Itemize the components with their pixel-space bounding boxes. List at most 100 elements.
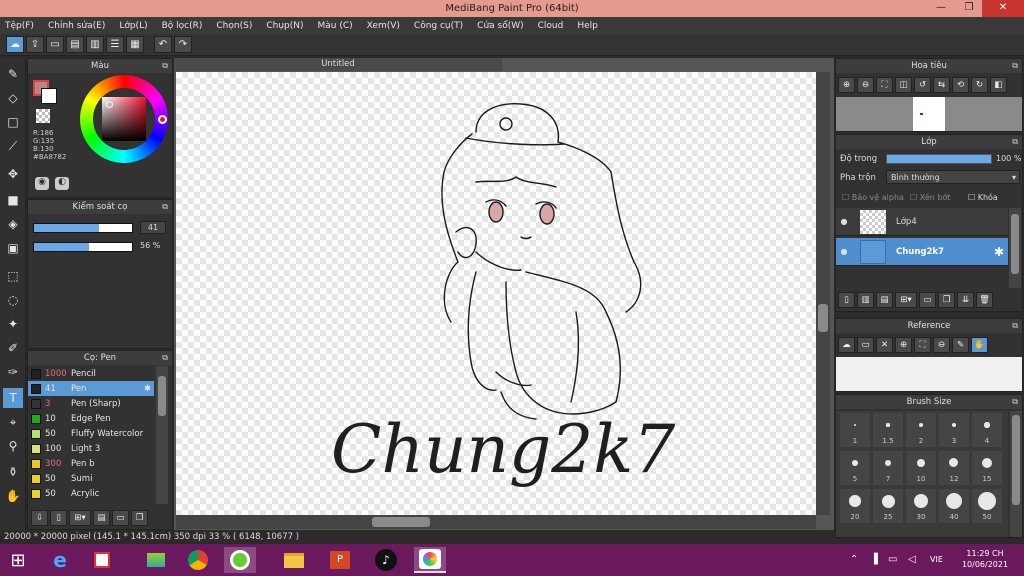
color-picker-handle[interactable] [106, 101, 113, 108]
select-eraser-icon[interactable]: ✑ [3, 362, 23, 382]
actual-size-icon[interactable]: ◫ [895, 77, 912, 93]
rotate-right-icon[interactable]: ↻ [971, 77, 988, 93]
minimize-button[interactable]: — [928, 0, 954, 17]
reference-close-icon[interactable]: ✕ [876, 337, 893, 353]
menu-edit[interactable]: Chỉnh sửa(E) [48, 21, 105, 31]
reference-open-icon[interactable]: ▭ [857, 337, 874, 353]
layer-row-selected[interactable]: ● Chung2k7 ✱ [836, 238, 1008, 266]
popout-icon[interactable]: ⧉ [1012, 135, 1018, 149]
brush-size-option[interactable]: 3 [939, 413, 969, 447]
brush-size-option[interactable]: 1 [840, 413, 870, 447]
hue-handle[interactable] [158, 115, 167, 124]
blend-mode-select[interactable]: Bình thường ▾ [886, 170, 1020, 184]
brush-size-option[interactable]: 40 [939, 489, 969, 523]
grid-icon[interactable]: ▦ [126, 36, 144, 53]
powerpoint-icon[interactable]: P [324, 547, 356, 573]
windows-start-icon[interactable]: ⊞ [2, 547, 34, 573]
solitaire-icon[interactable] [86, 547, 118, 573]
tray-chevron-icon[interactable]: ⌃ [850, 554, 858, 565]
document-tab[interactable]: Untitled [174, 58, 502, 71]
brush-tool-icon[interactable]: ✎ [3, 64, 23, 84]
menu-tools[interactable]: Công cụ(T) [414, 21, 463, 31]
color-swap-icon[interactable]: ◐ [55, 177, 69, 190]
brush-doc-icon[interactable]: ▤ [93, 510, 110, 526]
layer-folder-icon[interactable]: ▭ [919, 292, 936, 308]
new-layer-icon[interactable]: ▯ [838, 292, 855, 308]
duplicate-icon[interactable]: ❐ [131, 510, 148, 526]
cloud-brush-icon[interactable]: ⇩ [31, 510, 48, 526]
dropper-tool-icon[interactable]: ⚲ [3, 436, 23, 456]
popout-icon[interactable]: ⧉ [162, 351, 168, 365]
rotate-left-icon[interactable]: ↺ [914, 77, 931, 93]
input-language[interactable]: VIE [930, 555, 943, 564]
brush-item[interactable]: 3 Pen (Sharp) [28, 396, 154, 411]
brush-size-option[interactable]: 12 [939, 451, 969, 485]
brush-opacity-slider[interactable] [33, 242, 133, 252]
protect-alpha-checkbox[interactable]: ☐ Bảo vệ alpha [842, 193, 904, 202]
brush-item[interactable]: 100 Light 3 [28, 441, 154, 456]
layer-settings-gear-icon[interactable]: ✱ [994, 245, 1004, 259]
brush-size-option[interactable]: 10 [906, 451, 936, 485]
panel-icon[interactable]: ▤ [66, 36, 84, 53]
menu-help[interactable]: Help [577, 21, 598, 31]
page-icon[interactable]: ▥ [86, 36, 104, 53]
eye-icon[interactable]: ● [836, 247, 852, 256]
menu-snap[interactable]: Chụp(N) [266, 21, 303, 31]
mirror-icon[interactable]: ◧ [990, 77, 1007, 93]
operation-tool-icon[interactable]: ⌖ [3, 412, 23, 432]
chrome-icon[interactable] [182, 547, 214, 573]
menu-filter[interactable]: Bộ lọc(R) [162, 21, 203, 31]
cloud-icon[interactable]: ☁ [6, 36, 24, 53]
comment-icon[interactable]: ▭ [46, 36, 64, 53]
new-8bit-layer-icon[interactable]: ▤ [876, 292, 893, 308]
fill-rect-tool-icon[interactable]: ■ [3, 190, 23, 210]
reset-view-icon[interactable]: ⟲ [952, 77, 969, 93]
reference-hand-icon[interactable]: ✋ [971, 337, 988, 353]
brush-size-option[interactable]: 4 [972, 413, 1002, 447]
internet-explorer-icon[interactable]: e [44, 547, 76, 573]
canvas-horizontal-scrollbar[interactable] [176, 515, 816, 529]
eye-icon[interactable]: ● [836, 217, 852, 226]
menu-view[interactable]: Xem(V) [367, 21, 400, 31]
brush-size-option[interactable]: 25 [873, 489, 903, 523]
move-tool-icon[interactable]: ✥ [3, 164, 23, 184]
undo-icon[interactable]: ↶ [154, 36, 172, 53]
folder-icon[interactable]: ▭ [112, 510, 129, 526]
fit-icon[interactable]: ⛶ [876, 77, 893, 93]
zoom-in-icon[interactable]: ⊕ [838, 77, 855, 93]
layer-opacity-slider[interactable] [886, 154, 992, 164]
text-tool-icon[interactable]: T [3, 388, 23, 408]
brush-size-option[interactable]: 2 [906, 413, 936, 447]
magic-wand-icon[interactable]: ✦ [3, 314, 23, 334]
line-tool-icon[interactable]: ⟋ [3, 136, 23, 156]
bluestacks-icon[interactable] [140, 547, 172, 573]
brush-item[interactable]: 50 Acrylic [28, 486, 154, 501]
rect-tool-icon[interactable]: □ [3, 112, 23, 132]
drawing-canvas[interactable]: Chung2k7 [176, 72, 816, 515]
hue-wheel[interactable] [80, 75, 168, 163]
popout-icon[interactable]: ⧉ [162, 200, 168, 214]
brush-size-option[interactable]: 20 [840, 489, 870, 523]
add-brush-icon[interactable]: ⊞▾ [69, 510, 91, 526]
brush-item[interactable]: 50 Fluffy Watercolor [28, 426, 154, 441]
duplicate-layer-icon[interactable]: ❐ [938, 292, 955, 308]
delete-layer-icon[interactable]: 🗑 [976, 292, 993, 308]
layer-list-scrollbar[interactable] [1009, 208, 1021, 288]
layer-row[interactable]: ● Lớp4 [836, 208, 1008, 236]
brush-size-option[interactable]: 15 [972, 451, 1002, 485]
lock-checkbox[interactable]: ☐ Khóa [968, 193, 998, 202]
canvas-vertical-scrollbar[interactable] [816, 72, 830, 515]
select-pen-icon[interactable]: ✐ [3, 338, 23, 358]
reference-fit-icon[interactable]: ⛶ [914, 337, 931, 353]
reference-zoom-in-icon[interactable]: ⊕ [895, 337, 912, 353]
list-icon[interactable]: ☰ [106, 36, 124, 53]
new-halftone-layer-icon[interactable]: ▥ [857, 292, 874, 308]
brush-list-scrollbar[interactable] [156, 366, 168, 504]
brush-size-option[interactable]: 30 [906, 489, 936, 523]
reference-dropper-icon[interactable]: ✎ [952, 337, 969, 353]
gradient-tool-icon[interactable]: ▣ [3, 238, 23, 258]
redo-icon[interactable]: ↷ [174, 36, 192, 53]
flip-icon[interactable]: ⇆ [933, 77, 950, 93]
volume-icon[interactable]: ◁ [908, 554, 916, 565]
menu-cloud[interactable]: Cloud [538, 21, 564, 31]
